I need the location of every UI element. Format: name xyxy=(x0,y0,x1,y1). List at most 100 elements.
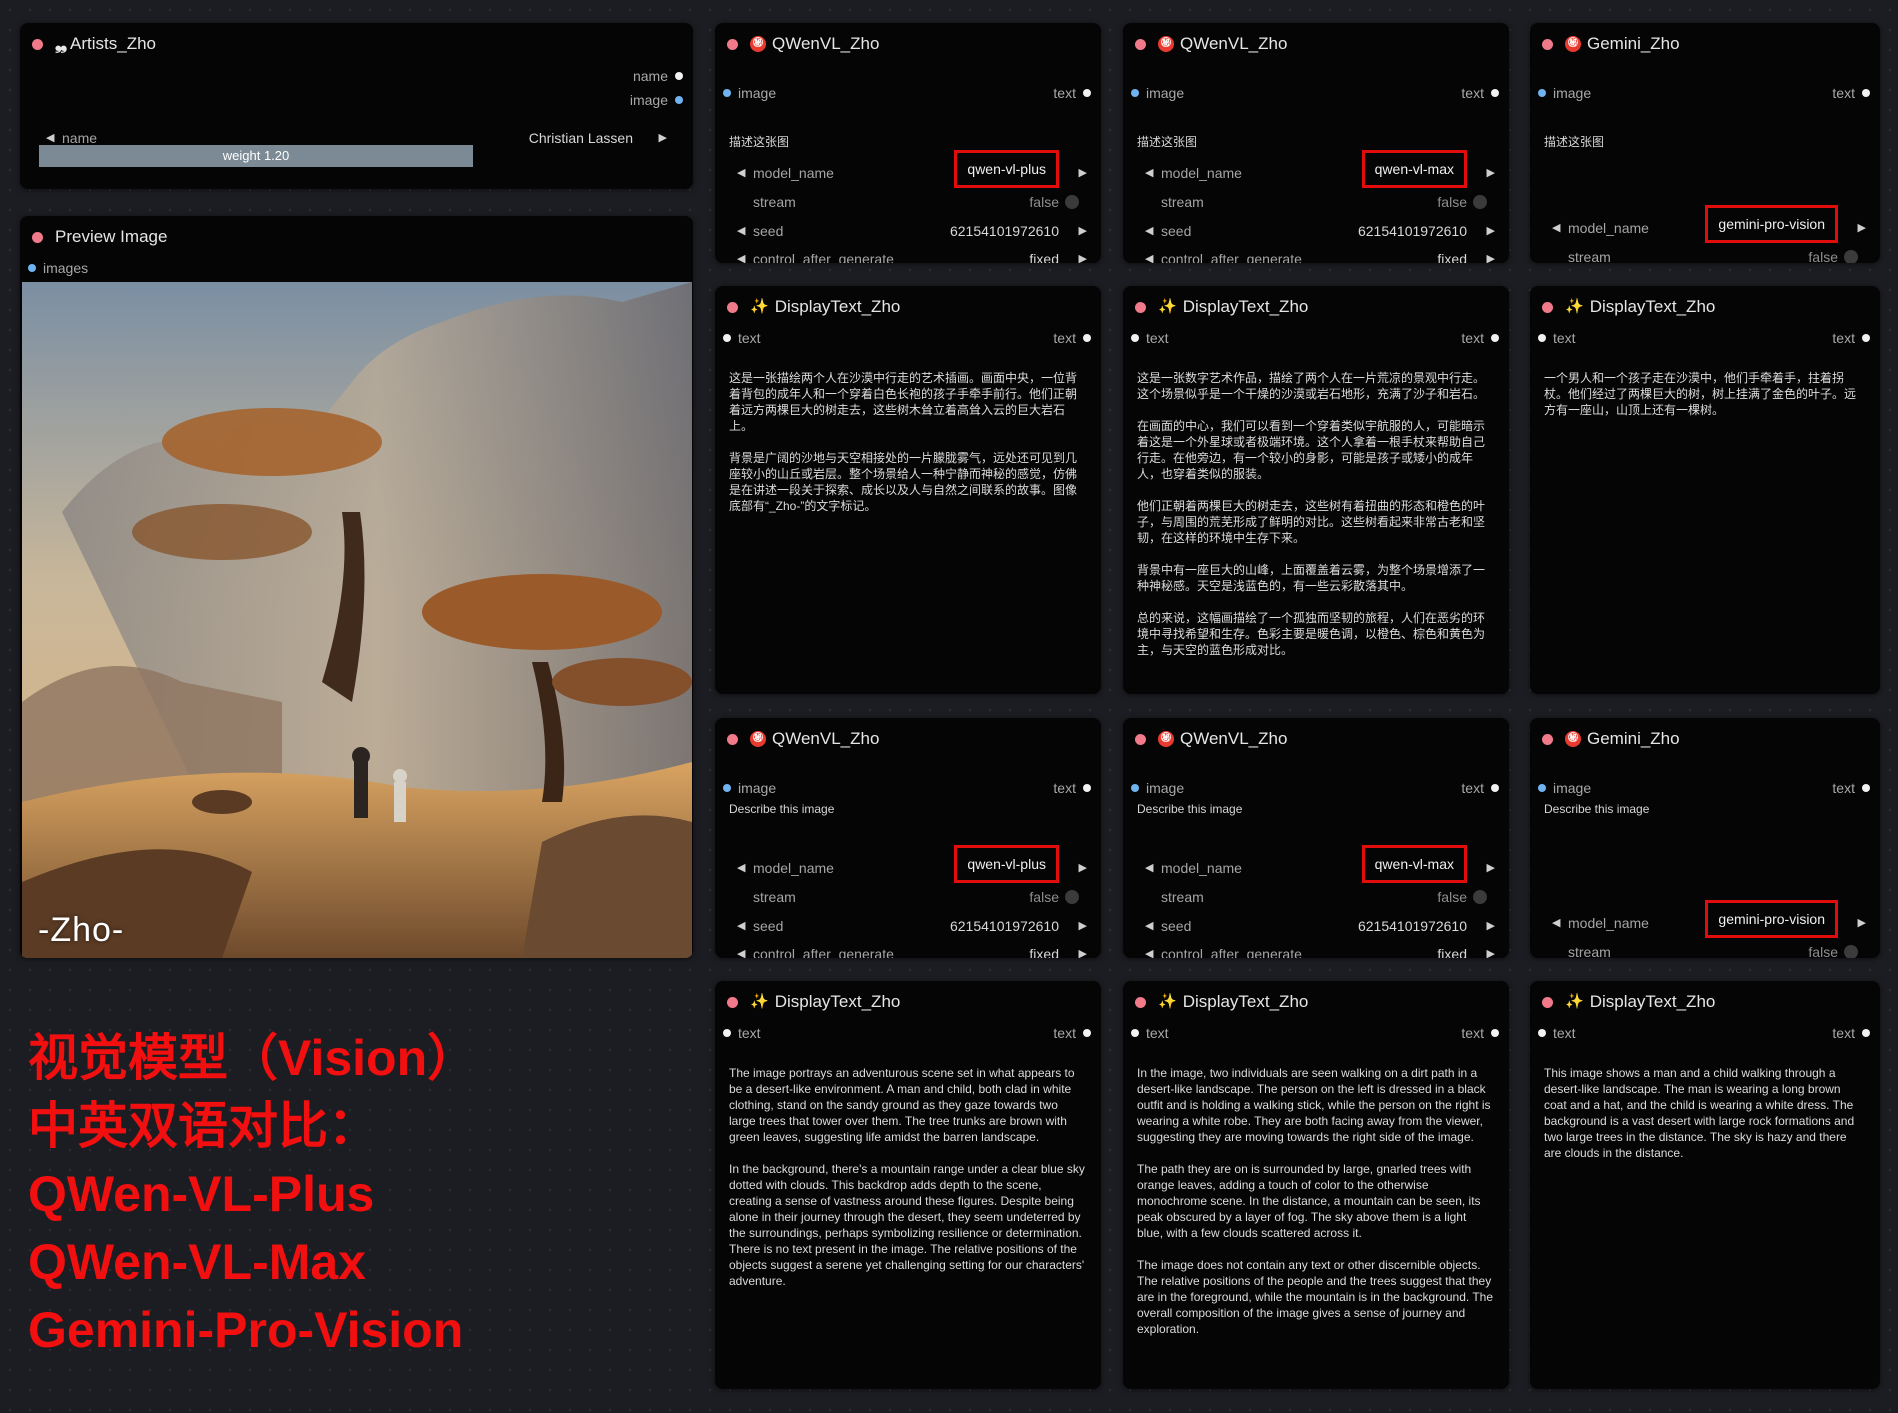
arrow-right-icon[interactable]: ▶ xyxy=(1079,219,1087,243)
arrow-left-icon[interactable]: ◀ xyxy=(1552,216,1560,240)
arrow-left-icon[interactable]: ◀ xyxy=(1145,247,1153,263)
input-socket[interactable] xyxy=(28,264,36,272)
output-text[interactable]: text xyxy=(1053,780,1091,796)
output-name[interactable]: name xyxy=(633,68,683,84)
arrow-right-icon[interactable]: ▶ xyxy=(1487,161,1495,185)
input-text[interactable]: text xyxy=(723,330,761,346)
input-image[interactable]: image xyxy=(723,780,776,796)
gemini-node-zh[interactable]: ㊙ Gemini_Zho image text 描述这张图 ◀ model_name… xyxy=(1530,23,1880,263)
toggle-knob[interactable] xyxy=(1065,890,1079,904)
input-image[interactable]: image xyxy=(1131,85,1184,101)
input-socket[interactable] xyxy=(723,89,731,97)
displaytext-node-zh-plus[interactable]: ✨ DisplayText_Zho text text 这是一张描绘两个人在沙漠中… xyxy=(715,286,1101,694)
arrow-right-icon[interactable]: ▶ xyxy=(1487,914,1495,938)
qwenvl-node-zh-plus[interactable]: ㊙ QWenVL_Zho image text 描述这张图 ◀ model_name… xyxy=(715,23,1101,263)
input-socket[interactable] xyxy=(1131,1029,1139,1037)
seed-number[interactable]: ◀ seed 62154101972610 ▶ xyxy=(737,914,1087,938)
displaytext-node-zh-max[interactable]: ✨ DisplayText_Zho text text 这是一张数字艺术作品，描绘… xyxy=(1123,286,1509,694)
arrow-left-icon[interactable]: ◀ xyxy=(1145,942,1153,958)
seed-number[interactable]: ◀ seed 62154101972610 ▶ xyxy=(1145,914,1495,938)
input-socket[interactable] xyxy=(1538,1029,1546,1037)
prompt-text[interactable]: 描述这张图 xyxy=(1137,133,1197,150)
artists-node[interactable]: ❠ Artists_Zho name image ◀ name Christian… xyxy=(20,23,693,189)
toggle-knob[interactable] xyxy=(1065,195,1079,209)
preview-image-node[interactable]: Preview Image images -Zho- xyxy=(20,216,693,958)
input-image[interactable]: image xyxy=(1131,780,1184,796)
stream-toggle[interactable]: stream false xyxy=(737,190,1087,214)
input-image[interactable]: image xyxy=(1538,780,1591,796)
input-text[interactable]: text xyxy=(1131,330,1169,346)
arrow-right-icon[interactable]: ▶ xyxy=(1079,247,1087,263)
output-socket[interactable] xyxy=(1083,784,1091,792)
output-socket[interactable] xyxy=(1491,784,1499,792)
arrow-right-icon[interactable]: ▶ xyxy=(1858,216,1866,240)
prompt-text[interactable]: Describe this image xyxy=(1137,802,1242,816)
display-text-body[interactable]: This image shows a man and a child walki… xyxy=(1544,1065,1866,1161)
model-name-combo[interactable]: ◀ model_name qwen-vl-max ▶ xyxy=(1145,845,1495,883)
input-socket[interactable] xyxy=(1131,784,1139,792)
input-socket[interactable] xyxy=(1538,784,1546,792)
input-socket[interactable] xyxy=(723,784,731,792)
input-text[interactable]: text xyxy=(1131,1025,1169,1041)
output-text[interactable]: text xyxy=(1832,330,1870,346)
input-socket[interactable] xyxy=(1538,334,1546,342)
toggle-knob[interactable] xyxy=(1844,250,1858,263)
model-name-combo[interactable]: ◀ model_name qwen-vl-plus ▶ xyxy=(737,150,1087,188)
display-text-body[interactable]: 一个男人和一个孩子走在沙漠中，他们手牵着手，拄着拐杖。他们经过了两棵巨大的树，树… xyxy=(1544,370,1866,418)
display-text-body[interactable]: The image portrays an adventurous scene … xyxy=(729,1065,1087,1289)
toggle-knob[interactable] xyxy=(1473,195,1487,209)
input-text[interactable]: text xyxy=(1538,1025,1576,1041)
arrow-right-icon[interactable]: ▶ xyxy=(1079,161,1087,185)
display-text-body[interactable]: 这是一张描绘两个人在沙漠中行走的艺术插画。画面中央，一位背着背包的成年人和一个穿… xyxy=(729,370,1087,514)
control-after-generate-combo[interactable]: ◀ control_after_generate fixed ▶ xyxy=(1145,942,1495,958)
display-text-body[interactable]: In the image, two individuals are seen w… xyxy=(1137,1065,1495,1337)
output-text[interactable]: text xyxy=(1461,85,1499,101)
arrow-left-icon[interactable]: ◀ xyxy=(1145,856,1153,880)
arrow-left-icon[interactable]: ◀ xyxy=(1145,914,1153,938)
input-image[interactable]: image xyxy=(1538,85,1591,101)
model-name-combo[interactable]: ◀ model_name gemini-pro-vision ▶ xyxy=(1552,900,1866,938)
output-socket[interactable] xyxy=(1862,89,1870,97)
stream-toggle[interactable]: stream false xyxy=(1552,940,1866,958)
arrow-left-icon[interactable]: ◀ xyxy=(737,942,745,958)
input-socket[interactable] xyxy=(1538,89,1546,97)
arrow-right-icon[interactable]: ▶ xyxy=(1858,911,1866,935)
input-images[interactable]: images xyxy=(28,260,88,276)
control-after-generate-combo[interactable]: ◀ control_after_generate fixed ▶ xyxy=(1145,247,1495,263)
output-text[interactable]: text xyxy=(1832,1025,1870,1041)
output-socket[interactable] xyxy=(1491,89,1499,97)
model-name-combo[interactable]: ◀ model_name qwen-vl-plus ▶ xyxy=(737,845,1087,883)
arrow-right-icon[interactable]: ▶ xyxy=(1487,219,1495,243)
stream-toggle[interactable]: stream false xyxy=(1145,885,1495,909)
arrow-right-icon[interactable]: ▶ xyxy=(1079,856,1087,880)
input-socket[interactable] xyxy=(1131,89,1139,97)
output-text[interactable]: text xyxy=(1053,330,1091,346)
output-socket[interactable] xyxy=(1862,1029,1870,1037)
toggle-knob[interactable] xyxy=(1473,890,1487,904)
prompt-text[interactable]: Describe this image xyxy=(1544,802,1649,816)
output-text[interactable]: text xyxy=(1461,330,1499,346)
display-text-body[interactable]: 这是一张数字艺术作品，描绘了两个人在一片荒凉的景观中行走。这个场景似乎是一个干燥… xyxy=(1137,370,1495,658)
output-socket[interactable] xyxy=(1083,89,1091,97)
weight-slider[interactable]: weight 1.20 xyxy=(39,145,473,167)
displaytext-node-zh-gemini[interactable]: ✨ DisplayText_Zho text text 一个男人和一个孩子走在沙漠… xyxy=(1530,286,1880,694)
arrow-right-icon[interactable]: ▶ xyxy=(659,126,667,150)
input-text[interactable]: text xyxy=(723,1025,761,1041)
prompt-text[interactable]: Describe this image xyxy=(729,802,834,816)
arrow-left-icon[interactable]: ◀ xyxy=(737,161,745,185)
arrow-left-icon[interactable]: ◀ xyxy=(737,914,745,938)
arrow-left-icon[interactable]: ◀ xyxy=(737,856,745,880)
toggle-knob[interactable] xyxy=(1844,945,1858,958)
output-socket[interactable] xyxy=(1862,784,1870,792)
output-image[interactable]: image xyxy=(630,92,683,108)
prompt-text[interactable]: 描述这张图 xyxy=(729,133,789,150)
stream-toggle[interactable]: stream false xyxy=(1552,245,1866,263)
qwenvl-node-en-plus[interactable]: ㊙ QWenVL_Zho image text Describe this ima… xyxy=(715,718,1101,958)
output-text[interactable]: text xyxy=(1832,85,1870,101)
control-after-generate-combo[interactable]: ◀ control_after_generate fixed ▶ xyxy=(737,942,1087,958)
seed-number[interactable]: ◀ seed 62154101972610 ▶ xyxy=(737,219,1087,243)
output-socket[interactable] xyxy=(675,96,683,104)
arrow-right-icon[interactable]: ▶ xyxy=(1079,942,1087,958)
output-text[interactable]: text xyxy=(1461,1025,1499,1041)
stream-toggle[interactable]: stream false xyxy=(737,885,1087,909)
